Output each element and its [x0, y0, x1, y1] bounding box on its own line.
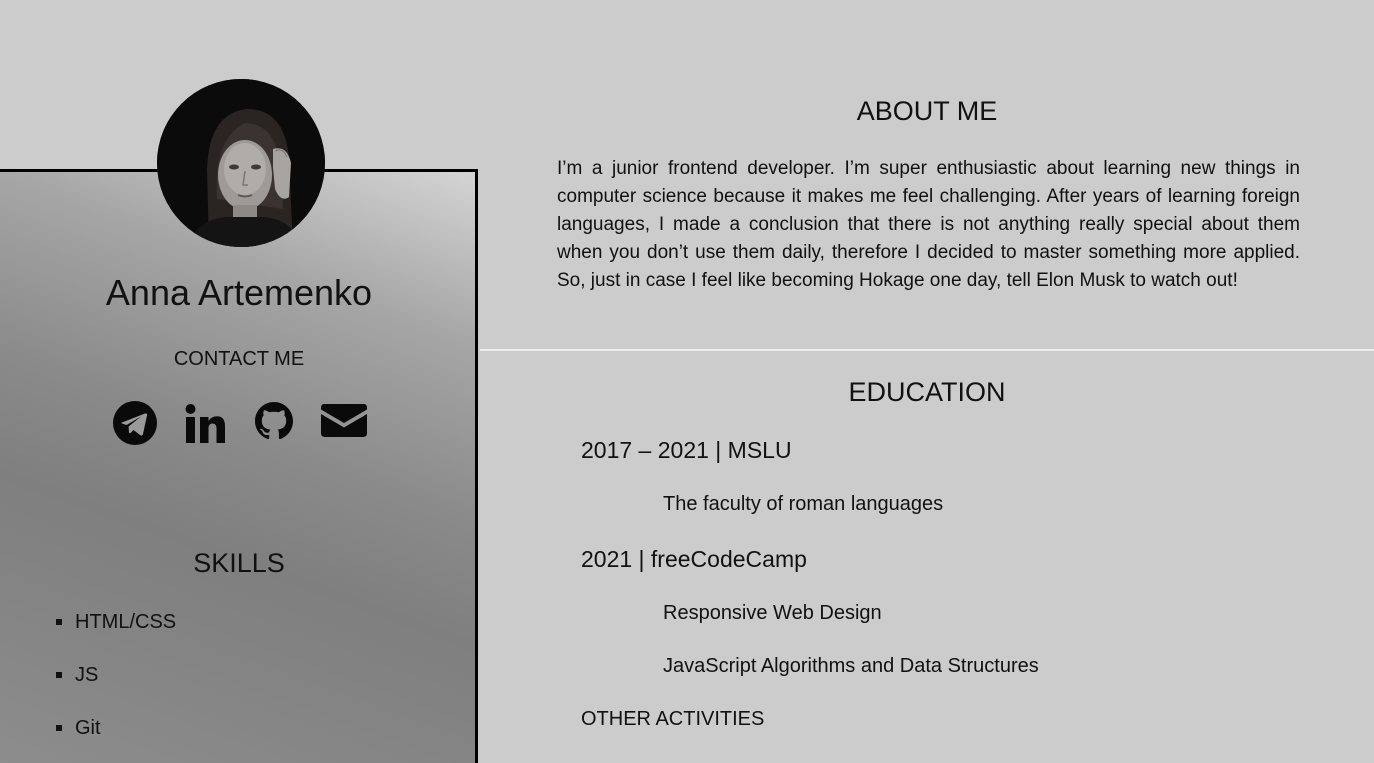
github-link[interactable] [253, 400, 303, 450]
portrait-image [157, 79, 325, 247]
education-item: The faculty of roman languages [663, 493, 944, 515]
bullet-icon [56, 725, 62, 731]
skills-title: SKILLS [193, 548, 285, 578]
skill-label: JS [75, 664, 99, 686]
list-item: Git [56, 712, 176, 763]
bullet-icon [56, 672, 62, 678]
resume-page: Anna Artemenko CONTACT ME SKILLS HTML/CS… [0, 0, 1374, 763]
linkedin-link[interactable] [184, 400, 234, 450]
skill-label: HTML/CSS [75, 611, 177, 633]
about-title: ABOUT ME [856, 96, 998, 126]
linkedin-icon [185, 404, 225, 443]
education-item: JavaScript Algorithms and Data Structure… [663, 655, 1039, 677]
skills-list: HTML/CSS JS Git [56, 606, 176, 763]
about-text: I’m a junior frontend developer. I’m sup… [557, 158, 1300, 291]
email-icon [321, 404, 367, 437]
telegram-link[interactable] [112, 400, 162, 450]
education-item: Responsive Web Design [663, 602, 882, 624]
list-item: HTML/CSS [56, 606, 176, 659]
skill-label: Git [75, 717, 101, 739]
section-divider [480, 349, 1374, 351]
avatar [157, 79, 325, 247]
other-activities-title: OTHER ACTIVITIES [581, 708, 765, 730]
bullet-icon [56, 619, 62, 625]
contact-links [108, 400, 370, 450]
email-link[interactable] [320, 400, 370, 450]
github-icon [255, 402, 293, 440]
contact-title: CONTACT ME [173, 348, 305, 370]
profile-name: Anna Artemenko [105, 272, 373, 313]
education-title: EDUCATION [848, 377, 1006, 407]
education-heading: 2021 | freeCodeCamp [581, 546, 807, 572]
list-item: JS [56, 659, 176, 712]
education-heading: 2017 – 2021 | MSLU [581, 437, 792, 463]
telegram-icon [113, 401, 157, 445]
